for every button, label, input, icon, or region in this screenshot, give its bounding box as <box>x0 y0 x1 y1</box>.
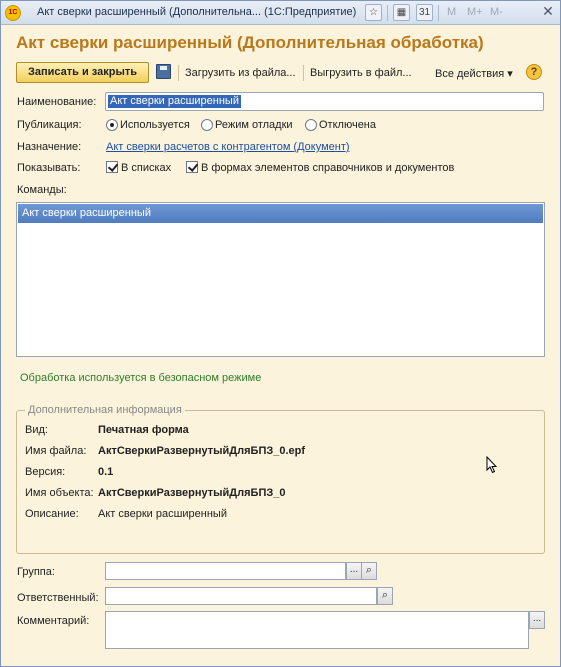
publication-option-disabled[interactable]: Отключена <box>319 119 376 131</box>
table-row[interactable]: Акт сверки расширенный <box>18 204 543 223</box>
app-logo-icon[interactable]: 1С <box>5 5 21 21</box>
publication-radio-used[interactable] <box>106 119 118 131</box>
purpose-label: Назначение: <box>17 141 82 153</box>
version-value: 0.1 <box>98 466 114 478</box>
all-actions-menu[interactable]: Все действия ▾ <box>435 67 513 80</box>
name-input-value: Акт сверки расширенный <box>108 95 241 108</box>
save-and-close-button[interactable]: Записать и закрыть <box>16 62 149 83</box>
toolbar-separator <box>178 65 179 81</box>
load-from-file-button[interactable]: Загрузить из файла... <box>185 67 296 79</box>
title-separator <box>387 5 388 21</box>
show-in-lists-checkbox[interactable] <box>106 161 118 173</box>
mouse-cursor-icon <box>486 456 498 474</box>
safe-mode-note: Обработка используется в безопасном режи… <box>20 372 262 384</box>
object-name-value: АктСверкиРазвернутыйДляБПЗ_0 <box>98 487 286 499</box>
window-title: Акт сверки расширенный (Дополнительна...… <box>37 6 357 18</box>
memory-minus-button[interactable]: M- <box>490 6 503 18</box>
publication-option-debug[interactable]: Режим отладки <box>215 119 293 131</box>
additional-info-group <box>16 410 545 554</box>
show-label: Показывать: <box>17 162 81 174</box>
kind-value: Печатная форма <box>98 424 189 436</box>
responsible-field[interactable] <box>105 587 377 605</box>
commands-label: Команды: <box>17 184 67 196</box>
memory-m-button[interactable]: M <box>447 6 456 18</box>
page-title: Акт сверки расширенный (Дополнительная о… <box>16 33 484 52</box>
comment-expand-button[interactable]: ... <box>529 611 545 629</box>
title-separator <box>438 5 439 21</box>
title-bar: 1С Акт сверки расширенный (Дополнительна… <box>1 1 560 25</box>
publication-label: Публикация: <box>17 119 82 131</box>
description-label: Описание: <box>25 508 79 520</box>
responsible-label: Ответственный: <box>17 592 99 604</box>
show-in-lists-label[interactable]: В списках <box>121 162 171 174</box>
kind-label: Вид: <box>25 424 48 436</box>
name-label: Наименование: <box>17 96 97 108</box>
responsible-search-icon[interactable]: ⌕ <box>377 587 393 605</box>
group-label: Группа: <box>17 566 55 578</box>
file-name-value: АктСверкиРазвернутыйДляБПЗ_0.epf <box>98 445 306 457</box>
publication-radio-disabled[interactable] <box>305 119 317 131</box>
help-icon[interactable]: ? <box>526 64 542 80</box>
group-search-icon[interactable]: ⌕ <box>361 562 377 580</box>
comment-field[interactable] <box>105 611 529 649</box>
group-field[interactable] <box>105 562 346 580</box>
version-label: Версия: <box>25 466 66 478</box>
favorites-star-icon[interactable]: ☆ <box>365 4 382 21</box>
description-value: Акт сверки расширенный <box>98 508 227 520</box>
close-icon[interactable]: ✕ <box>539 4 557 21</box>
publication-option-used[interactable]: Используется <box>120 119 190 131</box>
form-window: 1С Акт сверки расширенный (Дополнительна… <box>0 0 561 667</box>
show-in-forms-label[interactable]: В формах элементов справочников и докуме… <box>201 162 454 174</box>
additional-info-title: Дополнительная информация <box>25 404 185 416</box>
calendar-icon[interactable]: 31 <box>416 4 433 21</box>
calculator-icon[interactable]: ▦ <box>393 4 410 21</box>
name-input[interactable]: Акт сверки расширенный <box>105 92 544 111</box>
comment-label: Комментарий: <box>17 615 90 627</box>
toolbar-separator <box>303 65 304 81</box>
save-icon[interactable] <box>156 64 171 79</box>
show-in-forms-checkbox[interactable] <box>186 161 198 173</box>
file-name-label: Имя файла: <box>25 445 87 457</box>
purpose-link[interactable]: Акт сверки расчетов с контрагентом (Доку… <box>106 141 350 153</box>
memory-plus-button[interactable]: M+ <box>467 6 483 18</box>
publication-radio-debug[interactable] <box>201 119 213 131</box>
commands-table[interactable]: Акт сверки расширенный <box>16 202 545 357</box>
group-select-button[interactable]: ... <box>346 562 362 580</box>
object-name-label: Имя объекта: <box>25 487 94 499</box>
unload-to-file-button[interactable]: Выгрузить в файл... <box>310 67 412 79</box>
